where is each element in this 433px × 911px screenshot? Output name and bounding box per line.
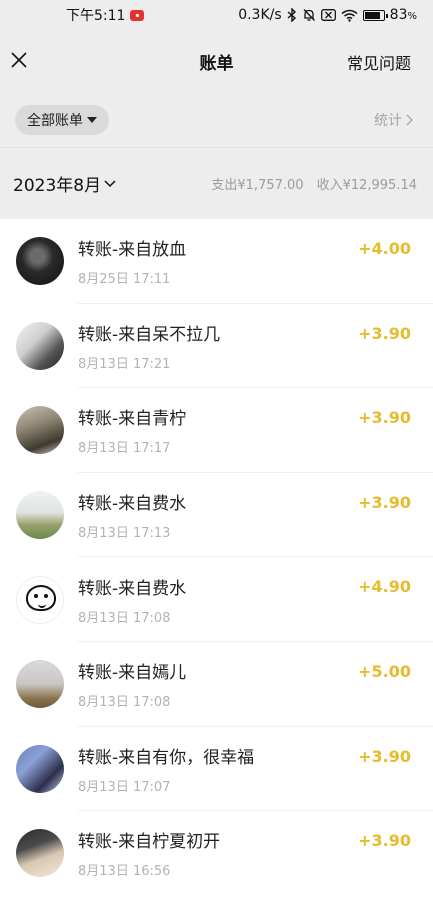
transaction-time: 8月13日 17:17	[78, 441, 171, 457]
avatar	[16, 575, 64, 624]
notification-badge-icon: ▪	[130, 9, 145, 21]
transaction-row[interactable]: 转账-来自嫣儿 8月13日 17:08 +5.00	[0, 642, 433, 727]
transaction-amount: +3.90	[358, 492, 411, 512]
avatar	[16, 829, 64, 878]
income-total: 收入¥12,995.14	[316, 178, 417, 193]
bill-type-filter[interactable]: 全部账单	[15, 104, 109, 135]
faq-link[interactable]: 常见问题	[347, 50, 411, 74]
transaction-amount: +4.00	[358, 239, 411, 258]
month-label: 2023年8月	[13, 176, 102, 196]
close-icon	[11, 52, 27, 68]
transaction-amount: +3.90	[358, 746, 411, 766]
transaction-amount: +3.90	[358, 831, 411, 851]
transaction-row[interactable]: 转账-来自费水 8月13日 17:13 +3.90	[0, 473, 433, 558]
transaction-list: 转账-来自放血 8月25日 17:11 +4.00 转账-来自呆不拉几 8月13…	[0, 219, 433, 896]
battery-icon	[362, 9, 388, 21]
avatar	[16, 744, 64, 793]
network-speed: 0.3K/s	[238, 7, 282, 23]
status-time: 下午5:11	[66, 8, 126, 24]
mute-bell-icon	[302, 8, 316, 22]
caret-down-icon	[87, 116, 97, 123]
avatar	[16, 406, 64, 455]
transaction-row[interactable]: 转账-来自呆不拉几 8月13日 17:21 +3.90	[0, 304, 433, 389]
close-button[interactable]	[8, 49, 30, 71]
transaction-amount: +3.90	[358, 323, 411, 343]
avatar	[16, 660, 64, 709]
transaction-row[interactable]: 转账-来自放血 8月25日 17:11 +4.00	[0, 219, 433, 304]
battery-level: 83%	[389, 7, 417, 23]
status-right: 0.3K/s 83%	[238, 7, 417, 23]
status-bar: 下午5:11 ▪ 0.3K/s 83%	[0, 0, 433, 30]
filter-row: 全部账单 统计	[0, 92, 433, 147]
month-selector[interactable]: 2023年8月	[13, 171, 116, 196]
month-totals: 支出¥1,757.00 收入¥12,995.14	[211, 174, 417, 193]
chevron-down-icon	[104, 179, 116, 187]
sim-off-icon	[320, 9, 336, 21]
page-title: 账单	[199, 53, 234, 74]
statistics-label: 统计	[374, 112, 402, 129]
chevron-right-icon	[406, 114, 413, 125]
avatar	[16, 321, 64, 370]
transaction-time: 8月13日 17:08	[78, 610, 171, 626]
transaction-time: 8月13日 17:13	[78, 526, 171, 542]
transaction-time: 8月13日 17:07	[78, 779, 171, 795]
transaction-amount: +3.90	[358, 408, 411, 428]
transaction-amount: +4.90	[358, 577, 411, 597]
avatar	[16, 237, 64, 286]
transaction-amount: +5.00	[358, 661, 411, 681]
transaction-row[interactable]: 转账-来自青柠 8月13日 17:17 +3.90	[0, 388, 433, 473]
expense-total: 支出¥1,757.00	[211, 178, 304, 193]
bill-type-filter-label: 全部账单	[27, 112, 83, 129]
bluetooth-icon	[287, 8, 297, 22]
statistics-link[interactable]: 统计	[374, 110, 413, 130]
transaction-time: 8月13日 17:08	[78, 695, 171, 711]
transaction-row[interactable]: 转账-来自费水 8月13日 17:08 +4.90	[0, 557, 433, 642]
bill-page: 下午5:11 ▪ 0.3K/s 83% 账单 常见问题 全部账单 统计 2023…	[0, 0, 433, 911]
navigation-header: 账单 常见问题	[0, 30, 433, 92]
transaction-time: 8月13日 17:21	[78, 356, 171, 372]
month-summary-row: 2023年8月 支出¥1,757.00 收入¥12,995.14	[0, 147, 433, 219]
transaction-row[interactable]: 转账-来自有你，很幸福 8月13日 17:07 +3.90	[0, 727, 433, 812]
cartoon-face-icon	[26, 584, 56, 611]
wifi-icon	[341, 9, 358, 22]
avatar	[16, 491, 64, 540]
transaction-row[interactable]: 转账-来自柠夏初开 8月13日 16:56 +3.90	[0, 811, 433, 896]
status-left: 下午5:11 ▪	[66, 5, 145, 25]
transaction-time: 8月25日 17:11	[78, 272, 171, 288]
transaction-time: 8月13日 16:56	[78, 864, 171, 880]
